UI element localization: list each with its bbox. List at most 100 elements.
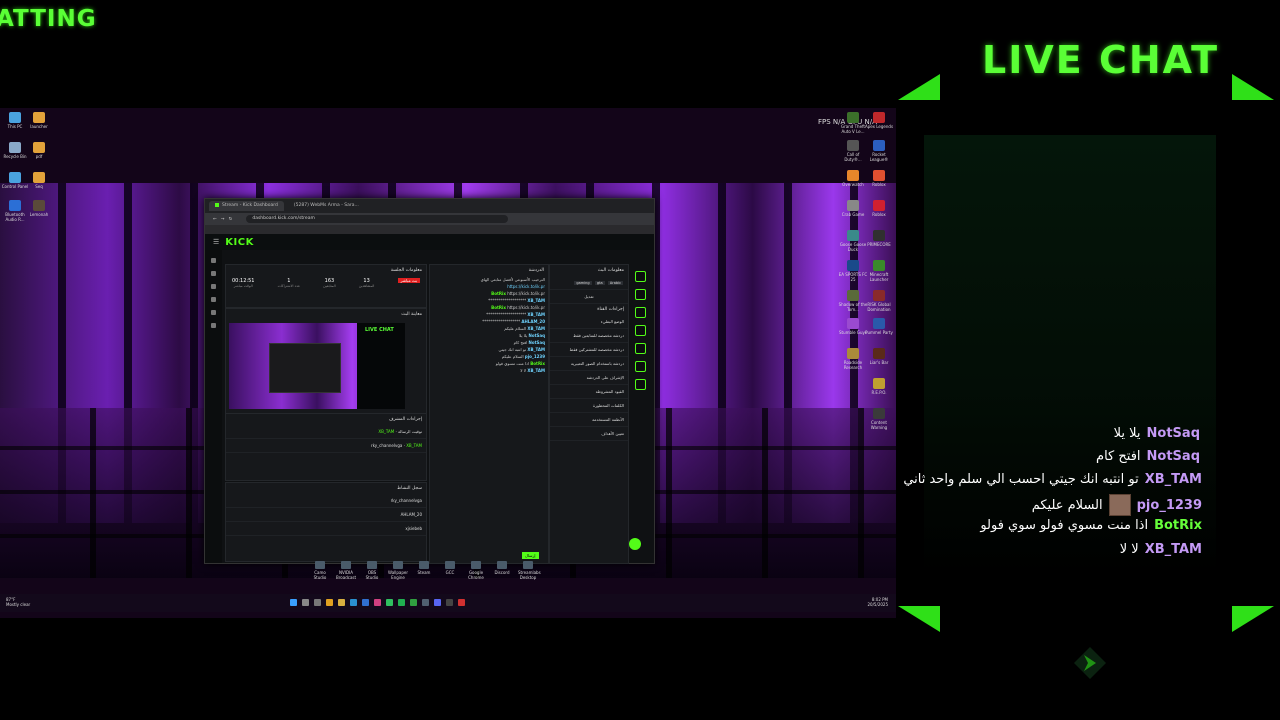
quick-action-item[interactable]: دردشة مخصصة للمتابعين فقط (550, 329, 628, 343)
quick-action-item[interactable]: الكلمات المحظورة (550, 399, 628, 413)
quick-action-item[interactable]: الإشراف على الدردشة (550, 371, 628, 385)
obs-icon[interactable] (446, 599, 453, 606)
activity-item: AHLAM_20 (226, 508, 426, 522)
desktop-icon[interactable]: Lemonah (24, 200, 54, 217)
desktop-icon[interactable]: Liar's Bar (864, 348, 894, 365)
desktop-icon[interactable]: PRIMECORE (864, 230, 894, 247)
dash-chat-line: XB_TAM ******************** (486, 312, 545, 317)
chat-text: اذا منت مسوي فولو سوي فولو (980, 518, 1149, 533)
desktop-icon[interactable]: Seq (24, 172, 54, 189)
preview-header: معاينة البث (401, 312, 422, 317)
kick-logo[interactable]: KICK (225, 237, 254, 248)
chat-message: NotSaq افتح كام (1096, 449, 1200, 464)
message-icon[interactable] (634, 343, 646, 354)
close-icon[interactable] (634, 289, 646, 300)
tab-kick-dashboard[interactable]: Stream - Kick Dashboard (209, 201, 284, 211)
weather-widget[interactable]: 87°F Mostly clear (6, 597, 30, 607)
desktop-icon[interactable]: R.E.P.O. (864, 378, 894, 395)
desktop-icon[interactable]: Roblox (864, 170, 894, 187)
help-button[interactable] (629, 538, 641, 550)
shortcut[interactable]: Streamlabs Desktop (518, 561, 541, 580)
chat-link[interactable]: https://kick.to/ik.pr (430, 283, 548, 290)
spotify-icon[interactable] (398, 599, 405, 606)
quick-action-item[interactable]: الأنظمة المستخدمة (550, 413, 628, 427)
edit-icon[interactable] (634, 271, 646, 282)
nav-users-icon[interactable] (211, 310, 216, 315)
shortcut[interactable]: Discord (492, 561, 512, 580)
stat: 163 المتابعين (323, 278, 336, 288)
desktop-icon[interactable]: RISK Global Domination (864, 290, 894, 312)
search-icon[interactable] (302, 599, 309, 606)
user-avatar (1108, 494, 1131, 516)
lightning-icon[interactable] (634, 307, 646, 318)
dash-chat-line: AHLAM_20 ******************* (482, 319, 545, 324)
taskbar-clock[interactable]: 8:02 PM 20/5/2025 (867, 597, 888, 607)
shortcut[interactable]: Steam (414, 561, 434, 580)
menu-icon[interactable]: ☰ (213, 238, 219, 246)
activity-feed-panel: سجل النشاط rky_channelvga AHLAM_20 xjsie… (225, 482, 427, 562)
shortcut[interactable]: Wallpaper Engine (388, 561, 408, 580)
chat-pinned: الترحيب الأسبوعي لأفضل متابعي الهاي (480, 277, 545, 282)
chrome-icon[interactable] (326, 599, 333, 606)
chat-message: BotRix اذا منت مسوي فولو سوي فولو (980, 518, 1202, 533)
desktop-icon[interactable]: Rocket League® (864, 140, 894, 162)
desktop-icon[interactable]: Minecraft Launcher (864, 260, 894, 282)
mod-action-item: توقيت الرسالة · XB_TAM (226, 425, 426, 439)
edge-icon[interactable] (350, 599, 357, 606)
nav-settings-icon[interactable] (211, 323, 216, 328)
dash-chat-line: XB_TAM لا لا (520, 368, 545, 373)
desktop-icon[interactable]: Apex Legends (864, 112, 894, 129)
stream-preview[interactable]: LIVE CHAT (229, 323, 405, 409)
shortcut[interactable]: NVIDIA Broadcast (336, 561, 356, 580)
task-view-icon[interactable] (314, 599, 321, 606)
tag-chip: gta (594, 281, 605, 285)
quick-actions-header: إجراءات القناة (597, 307, 624, 312)
nav-tools-icon[interactable] (211, 297, 216, 302)
desktop-icon[interactable]: launcher (24, 112, 54, 129)
edit-stream-button[interactable]: تعديل (550, 290, 628, 304)
store-icon[interactable] (362, 599, 369, 606)
desktop-icon[interactable]: Content Warning (864, 408, 894, 430)
quick-action-item[interactable]: دردشة مخصصة للمشتركين فقط (550, 343, 628, 357)
instagram-icon[interactable] (374, 599, 381, 606)
dash-chat-line: XB_TAM تو انتبه انك جيتي (498, 347, 545, 352)
chat-username: NotSaq (1146, 426, 1200, 441)
quick-action-item[interactable]: الوضع البطيء (550, 315, 628, 329)
chat-send-button[interactable]: إرسال (522, 552, 539, 559)
quick-action-item[interactable]: القيود المشروطة (550, 385, 628, 399)
discord-icon[interactable] (434, 599, 441, 606)
app-icon[interactable] (458, 599, 465, 606)
nav-stream-icon[interactable] (211, 258, 216, 263)
chat-message: NotSaq يلا يلا (1114, 426, 1200, 441)
url-field[interactable]: dashboard.kick.com/stream (246, 215, 509, 223)
arrows-icon[interactable] (634, 361, 646, 372)
tab-second[interactable]: (5287) WebMs Arma - Sara... (288, 201, 365, 211)
chat-username: XB_TAM (1144, 472, 1202, 487)
desktop-icon[interactable]: Roblox (864, 200, 894, 217)
shortcut[interactable]: GCC (440, 561, 460, 580)
back-icon[interactable]: ← (213, 217, 217, 222)
quick-action-item[interactable]: دردشة باستخدام الصور التعبيرية (550, 357, 628, 371)
corner-arrow-bottom-right-icon (1232, 606, 1274, 632)
start-icon[interactable] (290, 599, 297, 606)
steam-icon[interactable] (422, 599, 429, 606)
shortcut[interactable]: Camo Studio (310, 561, 330, 580)
chat-message: XB_TAM تو انتبه انك جيتي احسب الي سلم وا… (903, 472, 1202, 487)
xbox-icon[interactable] (410, 599, 417, 606)
reload-icon[interactable]: ↻ (229, 217, 233, 222)
quick-action-item[interactable]: تعيين الأهداف (550, 427, 628, 441)
chat-text: افتح كام (1096, 449, 1141, 464)
kick-header: ☰ KICK (205, 234, 654, 250)
whatsapp-icon[interactable] (386, 599, 393, 606)
dashboard-tool-column (633, 264, 647, 564)
shortcut[interactable]: Google Chrome (466, 561, 486, 580)
desktop-icon[interactable]: pdf (24, 142, 54, 159)
file-icon[interactable] (634, 325, 646, 336)
explorer-icon[interactable] (338, 599, 345, 606)
desktop-icon[interactable]: Pummel Party (864, 318, 894, 335)
wrench-icon[interactable] (634, 379, 646, 390)
shortcut[interactable]: OBS Studio (362, 561, 382, 580)
forward-icon[interactable]: → (221, 217, 225, 222)
nav-home-icon[interactable] (211, 271, 216, 276)
nav-trophy-icon[interactable] (211, 284, 216, 289)
